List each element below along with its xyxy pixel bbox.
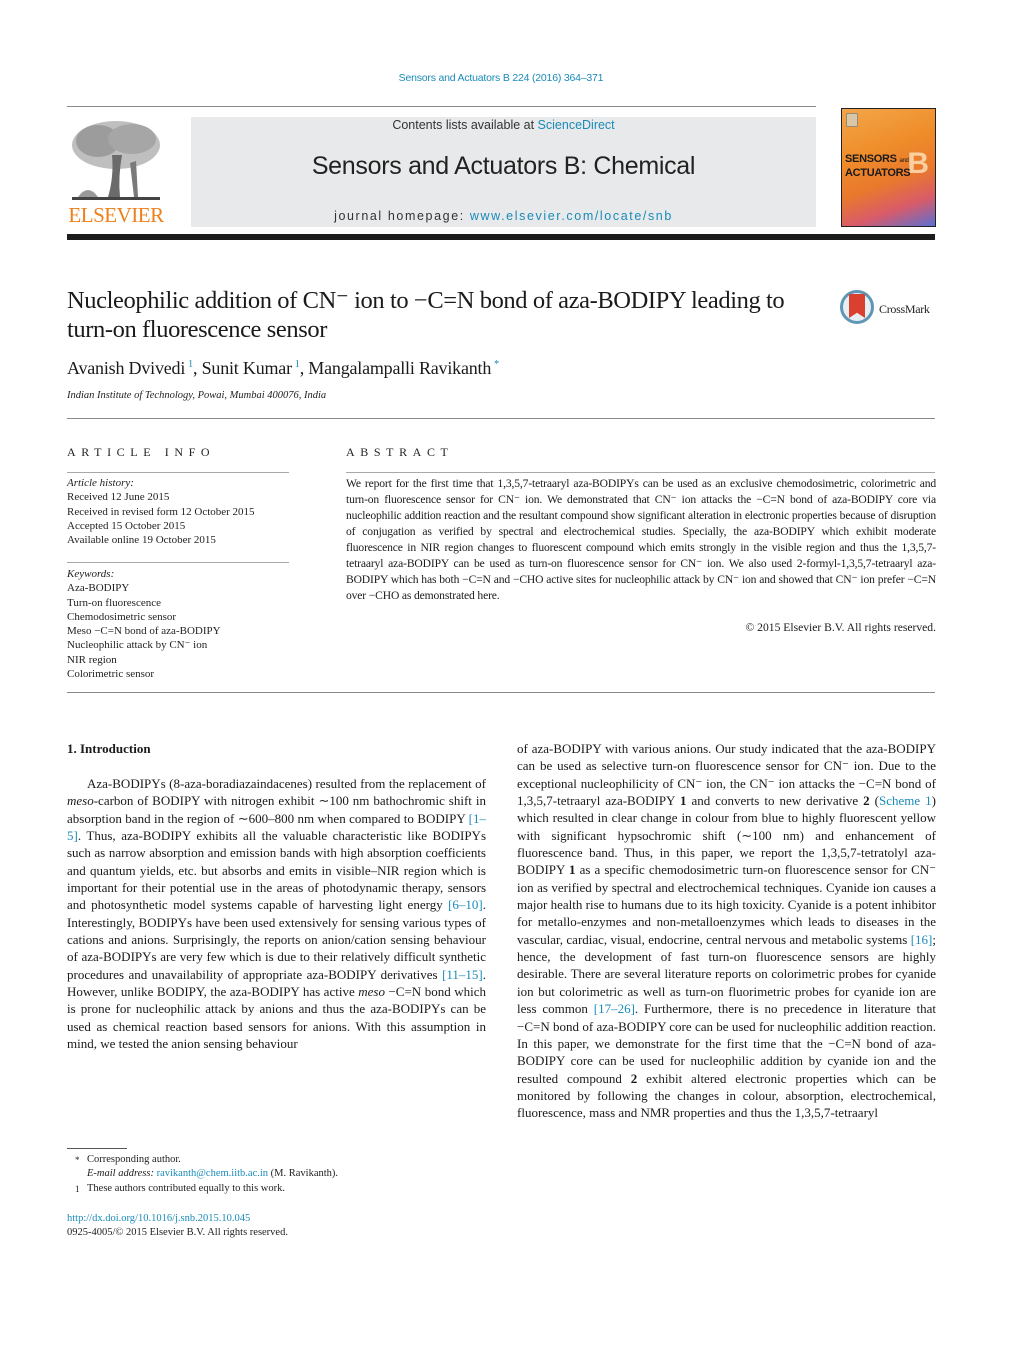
author-name[interactable]: Sunit Kumar xyxy=(202,358,292,378)
reference-link[interactable]: [11–15] xyxy=(442,967,483,982)
email-suffix: (M. Ravikanth). xyxy=(268,1168,339,1180)
body-column-right: of aza-BODIPY with various anions. Our s… xyxy=(517,740,936,1122)
elsevier-wordmark: ELSEVIER xyxy=(68,203,164,227)
body-column-left: Aza-BODIPYs (8-aza-boradiazaindacenes) r… xyxy=(67,775,486,1053)
article-info-rule xyxy=(67,472,289,473)
body-text: -carbon of BODIPY with nitrogen exhibit … xyxy=(67,793,486,826)
author-name[interactable]: Avanish Dvivedi xyxy=(67,358,185,378)
footnote-mark: 1 xyxy=(75,1183,80,1194)
homepage-prefix: journal homepage: xyxy=(334,209,470,223)
crossmark-label: CrossMark xyxy=(879,302,930,316)
history-item: Received in revised form 12 October 2015 xyxy=(67,505,255,518)
article-title: Nucleophilic addition of CN⁻ ion to −C=N… xyxy=(67,287,785,343)
contents-prefix: Contents lists available at xyxy=(392,118,538,132)
footnote-email: E-mail address: ravikanth@chem.iitb.ac.i… xyxy=(67,1167,487,1181)
cover-title-and: and xyxy=(899,158,909,164)
history-label: Article history: xyxy=(67,477,134,489)
history-item: Received 12 June 2015 xyxy=(67,491,170,504)
italic-term: meso xyxy=(358,984,385,1000)
elsevier-logo[interactable]: ELSEVIER xyxy=(66,115,166,227)
body-text: . Thus, aza-BODIPY exhibits all the valu… xyxy=(67,828,486,913)
history-item: Accepted 15 October 2015 xyxy=(67,519,186,532)
email-link[interactable]: ravikanth@chem.iitb.ac.in xyxy=(157,1168,268,1179)
section-heading-introduction: 1. Introduction xyxy=(67,741,151,756)
reference-link[interactable]: [16] xyxy=(911,932,933,947)
author-separator: , xyxy=(299,358,309,378)
author-name[interactable]: Mangalampalli Ravikanth xyxy=(308,358,491,378)
history-item: Available online 19 October 2015 xyxy=(67,534,216,547)
body-text: ( xyxy=(869,793,879,809)
journal-name: Sensors and Actuators B: Chemical xyxy=(311,152,696,180)
keyword-item: NIR region xyxy=(67,653,117,666)
footnote-text: Corresponding author. xyxy=(87,1154,181,1165)
body-text: and converts to new derivative xyxy=(686,793,864,809)
cover-letter: B xyxy=(907,147,929,180)
reference-link[interactable]: [6–10] xyxy=(448,897,483,912)
author-list: Avanish Dvivedi 1, Sunit Kumar 1, Mangalam… xyxy=(67,358,499,379)
cover-title-line2: ACTUATORS xyxy=(845,167,911,179)
keyword-item: Chemodosimetric sensor xyxy=(67,610,177,623)
keyword-item: Turn-on fluorescence xyxy=(67,596,161,609)
abstract-heading: ABSTRACT xyxy=(346,445,454,459)
elsevier-tree-icon xyxy=(68,117,164,203)
footnote-corresponding: * Corresponding author. xyxy=(67,1153,487,1167)
keyword-item: Aza-BODIPY xyxy=(67,582,130,595)
title-rule xyxy=(67,418,935,419)
affiliation: Indian Institute of Technology, Powai, M… xyxy=(67,390,327,401)
reference-link[interactable]: Scheme 1 xyxy=(879,793,932,808)
cover-title-line1: SENSORS xyxy=(845,153,897,165)
journal-citation[interactable]: Sensors and Actuators B 224 (2016) 364–3… xyxy=(0,72,1002,84)
article-info-heading: ARTICLE INFO xyxy=(67,445,216,459)
article-history: Article history: Received 12 June 2015 R… xyxy=(67,476,307,547)
journal-homepage-link[interactable]: www.elsevier.com/locate/snb xyxy=(470,209,673,223)
keyword-item: Colorimetric sensor xyxy=(67,668,155,681)
homepage-line: journal homepage: www.elsevier.com/locat… xyxy=(191,209,816,223)
footnote-text: These authors contributed equally to thi… xyxy=(87,1182,285,1194)
italic-term: meso xyxy=(67,793,94,809)
abstract-copyright: © 2015 Elsevier B.V. All rights reserved… xyxy=(745,621,936,634)
sciencedirect-link[interactable]: ScienceDirect xyxy=(538,118,615,132)
keywords-list: Keywords: Aza-BODIPY Turn-on fluorescenc… xyxy=(67,567,307,681)
cover-title: SENSORS and ACTUATORS xyxy=(845,153,911,179)
abstract-bottom-rule xyxy=(67,692,935,693)
contents-line: Contents lists available at ScienceDirec… xyxy=(191,118,816,132)
issn-copyright: 0925-4005/© 2015 Elsevier B.V. All right… xyxy=(67,1227,288,1238)
author-separator: , xyxy=(192,358,202,378)
cover-emblem-icon xyxy=(846,113,858,127)
footnote-rule xyxy=(67,1148,127,1149)
journal-cover-image[interactable]: B SENSORS and ACTUATORS xyxy=(841,108,936,227)
keyword-item: Meso −C=N bond of aza-BODIPY xyxy=(67,625,221,638)
body-text: Aza-BODIPYs (8-aza-boradiazaindacenes) r… xyxy=(87,776,486,791)
keywords-rule xyxy=(67,562,289,563)
footnote-equal-contribution: 1 These authors contributed equally to t… xyxy=(67,1182,487,1196)
abstract-text: We report for the first time that 1,3,5,… xyxy=(346,477,936,602)
email-label: E-mail address: xyxy=(87,1168,157,1180)
doi-link[interactable]: http://dx.doi.org/10.1016/j.snb.2015.10.… xyxy=(67,1213,250,1224)
corresponding-author-mark[interactable]: * xyxy=(494,359,499,370)
footnote-mark: * xyxy=(75,1155,80,1165)
reference-link[interactable]: [17–26] xyxy=(594,1001,635,1016)
header-thick-rule xyxy=(67,234,935,240)
keywords-label: Keywords: xyxy=(67,568,115,580)
abstract-rule xyxy=(346,472,935,473)
footnotes: * Corresponding author. E-mail address: … xyxy=(67,1153,487,1196)
header-rule xyxy=(67,106,816,107)
body-text: as a specific chemodosimetric turn-on fl… xyxy=(517,862,936,947)
keyword-item: Nucleophilic attack by CN⁻ ion xyxy=(67,639,208,652)
crossmark-button[interactable]: CrossMark xyxy=(840,290,940,330)
